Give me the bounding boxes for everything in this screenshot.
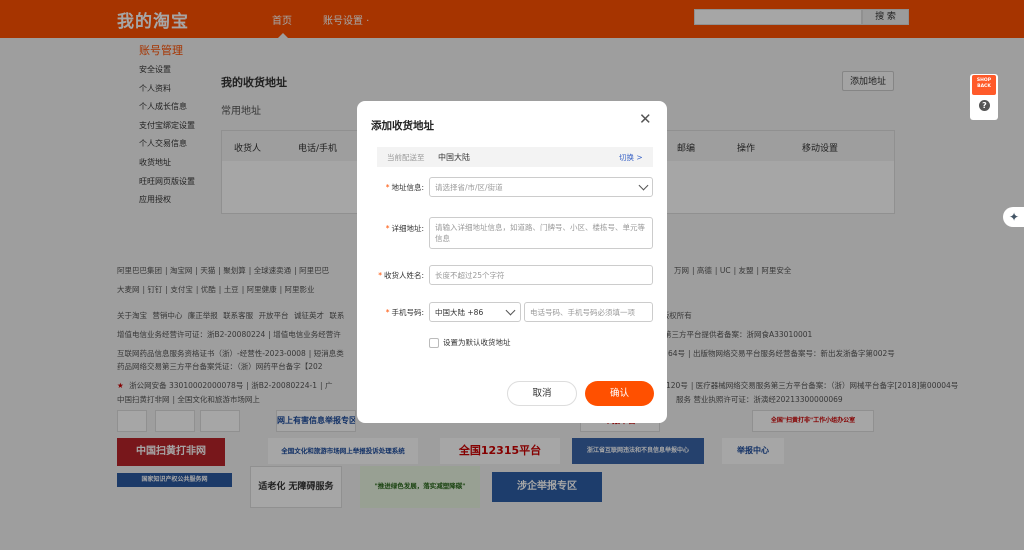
shopback-icon[interactable]: SHOP BACK [972, 75, 996, 95]
phone-region-select[interactable]: 中国大陆 +86 [429, 302, 521, 322]
name-label: * 收货人姓名: [378, 271, 424, 280]
recipient-name-input[interactable]: 长度不超过25个字符 [429, 265, 653, 285]
chevron-down-icon [638, 180, 649, 191]
close-icon[interactable]: ✕ [639, 110, 652, 128]
default-address-label[interactable]: 设置为默认收货地址 [443, 337, 511, 348]
region-label: 当前配送至 [387, 153, 425, 162]
phone-label: * 手机号码: [385, 308, 424, 317]
chevron-down-icon [505, 305, 516, 316]
modal-title: 添加收货地址 [371, 120, 434, 132]
region-bar: 当前配送至 中国大陆 切换 > [377, 147, 653, 167]
confirm-button[interactable]: 确认 [585, 381, 654, 406]
cancel-button[interactable]: 取消 [507, 381, 577, 406]
ai-sparkle-icon[interactable]: ✦ [1003, 207, 1024, 227]
phone-number-input[interactable]: 电话号码、手机号码必须填一项 [524, 302, 653, 322]
detail-address-textarea[interactable]: 请输入详细地址信息，如道路、门牌号、小区、楼栋号、单元等信息 [429, 217, 653, 249]
address-label: * 地址信息: [385, 183, 424, 192]
help-icon[interactable]: ? [979, 100, 990, 111]
default-address-checkbox[interactable] [429, 338, 439, 348]
region-value: 中国大陆 [438, 153, 470, 162]
add-address-modal: 添加收货地址 ✕ 当前配送至 中国大陆 切换 > * 地址信息: 请选择省/市/区… [357, 101, 667, 423]
address-select[interactable]: 请选择省/市/区/街道 [429, 177, 653, 197]
region-switch-link[interactable]: 切换 > [619, 152, 643, 163]
detail-label: * 详细地址: [385, 224, 424, 233]
